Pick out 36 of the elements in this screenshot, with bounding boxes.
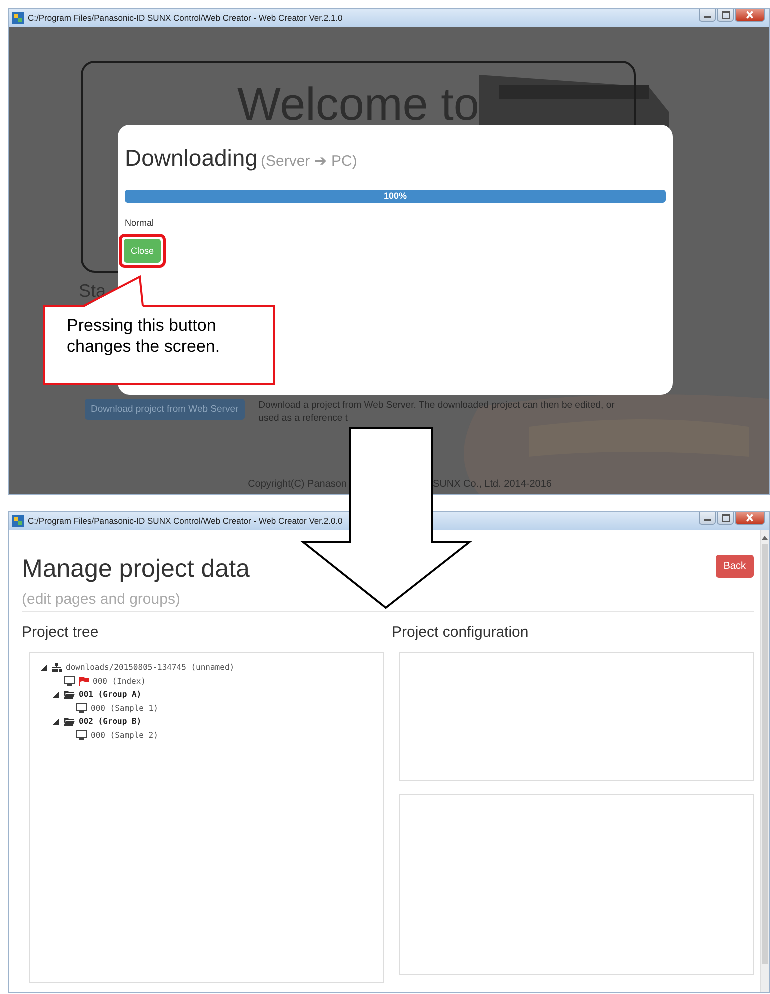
scroll-up-icon[interactable] — [762, 536, 768, 540]
app-icon — [12, 515, 24, 527]
tree-item[interactable]: downloads/20150805-134745 (unnamed) — [66, 663, 235, 672]
maximize-icon[interactable] — [717, 9, 734, 22]
progress-label: 100% — [384, 191, 408, 201]
close-icon[interactable] — [735, 512, 765, 525]
caret-icon[interactable] — [53, 718, 59, 725]
folder-icon — [64, 717, 75, 726]
close-icon[interactable] — [735, 9, 765, 22]
window-title: C:/Program Files/Panasonic-ID SUNX Control/Web Creator - Web Creator Ver.2.0.0 — [28, 516, 343, 526]
caret-icon[interactable] — [41, 664, 47, 671]
scrollbar[interactable] — [760, 530, 769, 992]
tree-item[interactable]: 002 (Group B) — [79, 717, 142, 726]
minimize-icon[interactable] — [699, 512, 716, 525]
sitemap-icon — [52, 663, 62, 672]
monitor-icon — [76, 730, 87, 740]
app-icon — [12, 12, 24, 24]
tree-item[interactable]: 000 (Sample 1) — [91, 704, 158, 713]
page-subheading: (edit pages and groups) — [22, 591, 182, 608]
minimize-icon[interactable] — [699, 9, 716, 22]
monitor-icon — [64, 676, 75, 686]
page-heading: Manage project data — [22, 555, 250, 584]
maximize-icon[interactable] — [717, 512, 734, 525]
section-heading: Project configuration — [392, 624, 530, 641]
status-text: Normal — [125, 218, 156, 228]
caret-icon[interactable] — [53, 692, 59, 698]
tree-item[interactable]: 001 (Group A) — [79, 690, 142, 700]
monitor-icon — [76, 703, 87, 714]
tree-item[interactable]: 000 (Index) — [93, 676, 146, 686]
dialog-subtitle: (Server ➔ PC) — [260, 152, 358, 170]
dialog-title: Downloading — [125, 145, 258, 172]
folder-icon — [64, 690, 75, 700]
tree-item[interactable]: 000 (Sample 2) — [91, 730, 158, 740]
window-title: C:/Program Files/Panasonic-ID SUNX Control/Web Creator - Web Creator Ver.2.1.0 — [28, 13, 343, 23]
back-button[interactable]: Back — [716, 555, 754, 578]
section-heading: Project tree — [22, 624, 100, 641]
